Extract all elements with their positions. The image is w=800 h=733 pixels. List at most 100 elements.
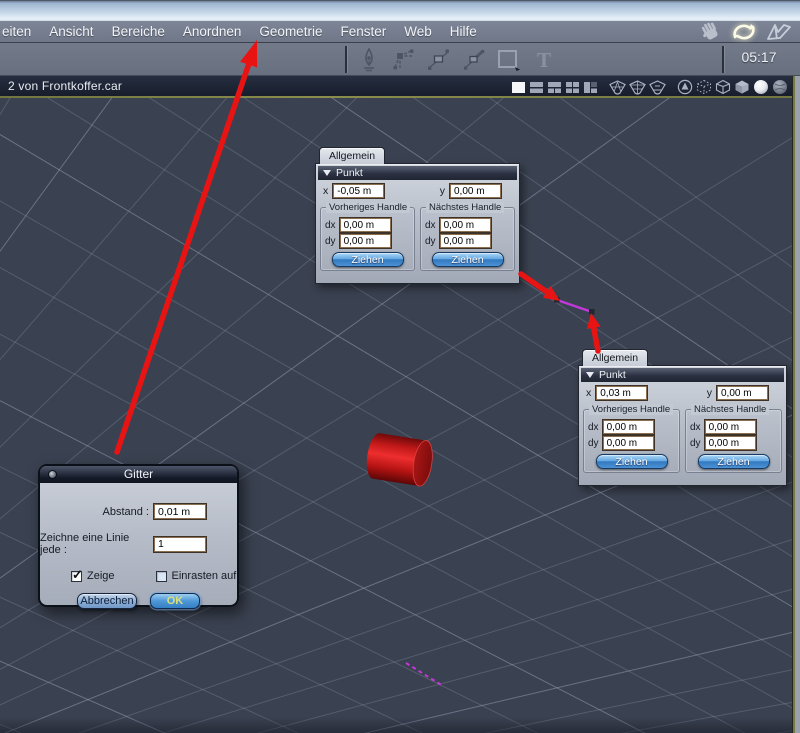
prev-handle-group: Vorheriges Handle dx dy Ziehen: [583, 404, 680, 473]
y-label: y: [439, 185, 445, 197]
section-label: Punkt: [599, 369, 626, 381]
next-handle-group: Nächstes Handle dx dy Ziehen: [685, 404, 782, 473]
menu-item-anordnen[interactable]: Anordnen: [174, 24, 251, 39]
tab-allgemein-1[interactable]: Allgemein: [319, 147, 386, 164]
pen-tool[interactable]: [356, 47, 382, 73]
next-dx-input[interactable]: [438, 217, 492, 233]
shield-wire-icon-2[interactable]: [629, 79, 646, 95]
menu-item-fenster[interactable]: Fenster: [331, 24, 395, 39]
menu-item-geometrie[interactable]: Geometrie: [250, 24, 331, 39]
time-separator: [722, 46, 724, 73]
red-cylinder[interactable]: [364, 432, 435, 488]
prev-ziehen-button[interactable]: Ziehen: [331, 252, 404, 267]
x-label: x: [586, 387, 592, 399]
next-dy-input[interactable]: [703, 435, 757, 451]
y-label: y: [706, 387, 712, 399]
shield-wire-icon-1[interactable]: [609, 79, 626, 95]
window-right-edge: [792, 76, 800, 733]
node-convert-tool[interactable]: [461, 47, 487, 73]
point-panel-1: Allgemein Punkt x y Vorheriges Handle dx…: [315, 147, 520, 284]
section-label: Punkt: [336, 167, 363, 179]
group-title: Nächstes Handle: [426, 202, 505, 213]
select-arrow-icon[interactable]: [766, 22, 792, 42]
vertex-handle-right[interactable]: [589, 309, 595, 315]
next-ziehen-button[interactable]: Ziehen: [431, 252, 504, 267]
gitter-dialog: Gitter Abstand : Zeichne eine Linie jede…: [38, 464, 239, 609]
dotted-cube-icon[interactable]: [696, 79, 712, 95]
einrasten-checkbox[interactable]: [155, 570, 167, 582]
layout-3pane-icon[interactable]: [547, 81, 562, 94]
line-every-input[interactable]: [153, 535, 207, 553]
tab-allgemein-2[interactable]: Allgemein: [582, 349, 649, 366]
text-tool-glyph: T: [536, 47, 551, 72]
prev-dy-input[interactable]: [338, 233, 392, 249]
y-input[interactable]: [716, 385, 769, 401]
layout-single-icon[interactable]: [511, 81, 526, 94]
menu-item-web[interactable]: Web: [395, 24, 441, 39]
next-handle-group: Nächstes Handle dx dy Ziehen: [420, 202, 515, 271]
prev-dy-input[interactable]: [601, 435, 655, 451]
solid-cube-icon[interactable]: [734, 79, 750, 95]
x-input[interactable]: [595, 385, 649, 401]
node-add-tool[interactable]: [391, 47, 417, 73]
abbrechen-button[interactable]: Abbrechen: [77, 593, 137, 609]
vertex-handle-left[interactable]: [554, 297, 560, 303]
check-icon: ✓: [72, 566, 83, 582]
abstand-input[interactable]: [153, 503, 207, 520]
next-dx-input[interactable]: [703, 419, 757, 435]
rotate-tool-icon[interactable]: [731, 22, 757, 42]
layout-lpane-icon[interactable]: [583, 81, 598, 94]
menu-bar: eiten Ansicht Bereiche Anordnen Geometri…: [0, 21, 800, 43]
dashed-construction-line: [405, 662, 444, 687]
bezier-segment[interactable]: [556, 298, 593, 314]
section-punkt-2[interactable]: Punkt: [581, 368, 784, 382]
dx-label: dx: [425, 219, 436, 231]
menu-item-bearbeiten[interactable]: eiten: [0, 24, 40, 39]
text-tool[interactable]: T: [531, 47, 557, 73]
dialog-title: Gitter: [123, 467, 154, 481]
dx-label: dx: [325, 219, 336, 231]
menu-item-ansicht[interactable]: Ansicht: [40, 24, 102, 39]
wireframe-cube-icon[interactable]: [715, 79, 731, 95]
dy-label: dy: [325, 235, 336, 247]
y-input[interactable]: [449, 183, 502, 199]
hand-tool-icon[interactable]: [698, 22, 722, 42]
dx-label: dx: [690, 421, 701, 433]
menu-item-bereiche[interactable]: Bereiche: [103, 24, 174, 39]
x-label: x: [323, 185, 329, 197]
prev-handle-group: Vorheriges Handle dx dy Ziehen: [320, 202, 415, 271]
section-punkt-1[interactable]: Punkt: [318, 166, 517, 180]
prev-dx-input[interactable]: [601, 419, 655, 435]
zeige-checkbox[interactable]: ✓: [71, 567, 83, 582]
toolbar: T 05:17: [0, 43, 800, 76]
dy-label: dy: [690, 437, 701, 449]
dx-label: dx: [588, 421, 599, 433]
group-title: Vorheriges Handle: [326, 202, 411, 213]
dy-label: dy: [588, 437, 599, 449]
prev-ziehen-button[interactable]: Ziehen: [595, 454, 668, 469]
x-input[interactable]: [332, 183, 386, 199]
menu-item-hilfe[interactable]: Hilfe: [441, 24, 486, 39]
line-every-label: Zeichne eine Linie jede :: [40, 532, 130, 556]
collapse-triangle-icon: [586, 372, 594, 378]
dy-label: dy: [425, 235, 436, 247]
viewport-header: 2 von Frontkoffer.car: [0, 76, 800, 96]
next-ziehen-button[interactable]: Ziehen: [697, 454, 770, 469]
textured-sphere-icon[interactable]: [772, 79, 788, 95]
shield-wire-icon-3[interactable]: [649, 79, 666, 95]
point-panel-2: Allgemein Punkt x y Vorheriges Handle dx…: [578, 349, 787, 486]
ok-button[interactable]: OK: [150, 593, 200, 609]
time-display: 05:17: [741, 49, 777, 65]
layout-4pane-icon[interactable]: [565, 81, 580, 94]
viewport-3d[interactable]: Allgemein Punkt x y Vorheriges Handle dx…: [0, 98, 800, 733]
layout-2pane-icon[interactable]: [529, 81, 544, 94]
next-dy-input[interactable]: [438, 233, 492, 249]
node-edit-tool[interactable]: [426, 47, 452, 73]
camera-up-icon[interactable]: [677, 79, 693, 95]
gitter-dialog-titlebar[interactable]: Gitter: [40, 466, 237, 483]
einrasten-label: Einrasten auf: [171, 570, 237, 582]
prev-dx-input[interactable]: [338, 217, 392, 233]
shaded-sphere-icon[interactable]: [753, 79, 769, 95]
rectangle-tool[interactable]: [496, 47, 522, 73]
dialog-close-button[interactable]: [48, 470, 57, 479]
